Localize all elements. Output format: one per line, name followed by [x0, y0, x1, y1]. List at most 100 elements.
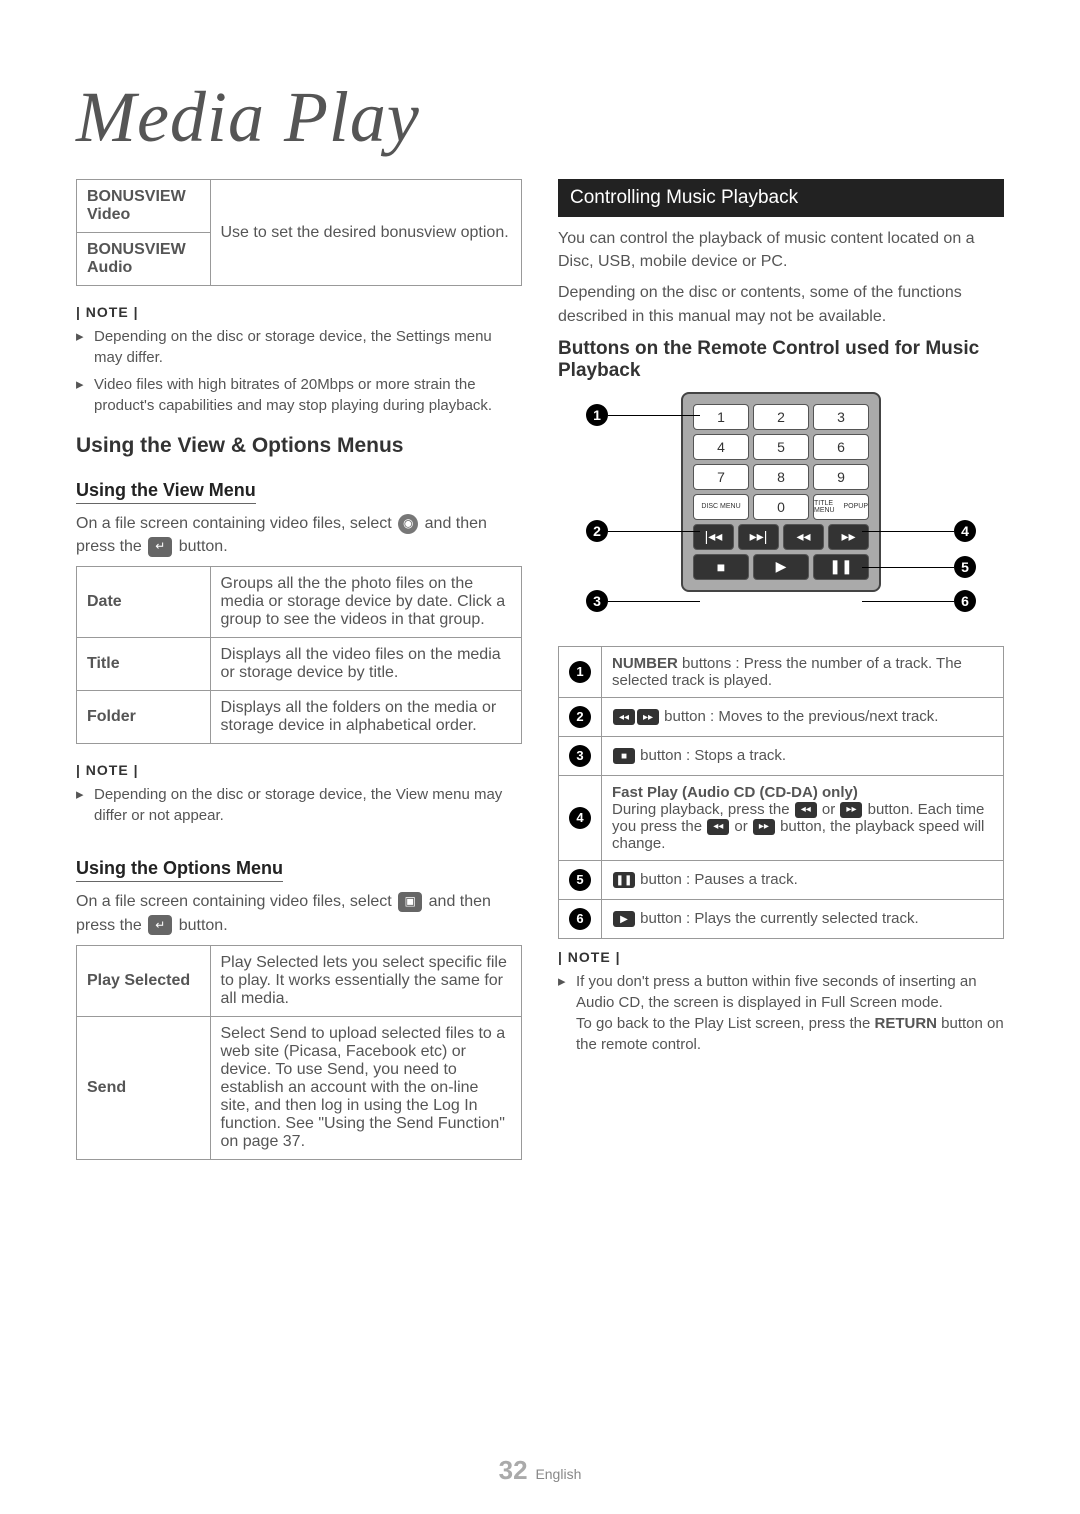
key-6: 6 [813, 434, 869, 460]
leader-line [862, 531, 954, 532]
next-track-icon: ▸▸| [738, 524, 779, 550]
callout-num: 2 [559, 697, 602, 736]
play-icon: ▶ [753, 554, 809, 580]
row-desc: Displays all the folders on the media or… [210, 691, 522, 744]
next-icon: ▸▸ [637, 709, 659, 725]
footer-lang: English [535, 1466, 581, 1482]
forward-icon: ▸▸ [840, 802, 862, 818]
forward-icon: ▸▸ [828, 524, 869, 550]
key-3: 3 [813, 404, 869, 430]
row-desc: Play Selected lets you select specific f… [210, 945, 522, 1016]
remote-diagram: 1 2 3 4 5 6 7 8 9 DISC MENU 0 TITLE MENU… [558, 392, 1004, 632]
right-column: Controlling Music Playback You can contr… [558, 179, 1004, 1178]
section-view-options: Using the View & Options Menus [76, 434, 522, 458]
key-1: 1 [693, 404, 749, 430]
key-7: 7 [693, 464, 749, 490]
page-number: 32 [499, 1455, 528, 1485]
callout-num: 1 [559, 646, 602, 697]
remote-header: Buttons on the Remote Control used for M… [558, 338, 1004, 382]
transport-row2: ■ ▶ ❚❚ [693, 554, 869, 580]
leader-line [608, 531, 700, 532]
leader-line [862, 567, 954, 568]
bonusview-table: BONUSVIEW Video Use to set the desired b… [76, 179, 522, 286]
content-columns: BONUSVIEW Video Use to set the desired b… [76, 179, 1004, 1178]
callout-num: 6 [559, 899, 602, 938]
rewind-icon: ◂◂ [707, 819, 729, 835]
key-9: 9 [813, 464, 869, 490]
remote-body: 1 2 3 4 5 6 7 8 9 DISC MENU 0 TITLE MENU… [681, 392, 881, 592]
note-text: If you don't press a button within five … [576, 973, 977, 1011]
bonusview-desc: Use to set the desired bonusview option. [210, 180, 522, 286]
note-item: If you don't press a button within five … [558, 971, 1004, 1055]
play-icon: ▶ [613, 911, 635, 927]
enter-icon: ↵ [148, 537, 172, 557]
leader-line [862, 601, 954, 602]
pause-icon: ❚❚ [813, 554, 869, 580]
return-label: RETURN [875, 1015, 938, 1032]
intro-text: button. [179, 917, 228, 934]
callout-2: 2 [586, 520, 608, 542]
callout-4: 4 [954, 520, 976, 542]
prev-icon: ◂◂ [613, 709, 635, 725]
intro-text: On a file screen containing video files,… [76, 515, 392, 532]
left-column: BONUSVIEW Video Use to set the desired b… [76, 179, 522, 1178]
desc-text: button : Moves to the previous/next trac… [660, 708, 938, 725]
left-bullets-1: Depending on the disc or storage device,… [76, 326, 522, 416]
row-label: Send [77, 1016, 211, 1159]
note-item: Video files with high bitrates of 20Mbps… [76, 374, 522, 416]
row-label: Play Selected [77, 945, 211, 1016]
music-playback-header: Controlling Music Playback [558, 179, 1004, 217]
note-item: Depending on the disc or storage device,… [76, 326, 522, 368]
row-label: Date [77, 567, 211, 638]
note-label: | NOTE | [76, 762, 522, 778]
desc-text: button : Stops a track. [636, 747, 786, 764]
note-label: | NOTE | [76, 304, 522, 320]
row-desc: Groups all the the photo files on the me… [210, 567, 522, 638]
desc-text: During playback, press the [612, 801, 794, 818]
options-icon: ▣ [398, 892, 422, 912]
callout-1: 1 [586, 404, 608, 426]
page-footer: 32 English [0, 1455, 1080, 1486]
desc-text: or [818, 801, 840, 818]
callout-table: 1 NUMBER buttons : Press the number of a… [558, 646, 1004, 939]
bonusview-audio-label: BONUSVIEW Audio [77, 233, 211, 286]
note-item: Depending on the disc or storage device,… [76, 784, 522, 826]
desc-text: button : Pauses a track. [636, 871, 798, 888]
intro-text: button. [179, 538, 228, 555]
desc-text: button : Plays the currently selected tr… [636, 910, 919, 927]
desc-text: or [730, 818, 752, 835]
view-menu-intro: On a file screen containing video files,… [76, 512, 522, 558]
note-text: To go back to the Play List screen, pres… [576, 1015, 875, 1032]
callout-desc: NUMBER buttons : Press the number of a t… [602, 646, 1004, 697]
options-menu-header: Using the Options Menu [76, 858, 283, 882]
key-4: 4 [693, 434, 749, 460]
callout-desc: Fast Play (Audio CD (CD-DA) only) During… [602, 775, 1004, 860]
music-intro-2: Depending on the disc or contents, some … [558, 281, 1004, 327]
key-2: 2 [753, 404, 809, 430]
callout-3: 3 [586, 590, 608, 612]
callout-6: 6 [954, 590, 976, 612]
intro-text: On a file screen containing video files,… [76, 893, 392, 910]
forward-icon: ▸▸ [753, 819, 775, 835]
row-desc: Select Send to upload selected files to … [210, 1016, 522, 1159]
transport-row1: |◂◂ ▸▸| ◂◂ ▸▸ [693, 524, 869, 550]
options-menu-table: Play Selected Play Selected lets you sel… [76, 945, 522, 1160]
leader-line [608, 415, 700, 416]
number-label: NUMBER [612, 655, 678, 672]
enter-icon: ↵ [148, 915, 172, 935]
key-5: 5 [753, 434, 809, 460]
note-label: | NOTE | [558, 949, 1004, 965]
row-label: Title [77, 638, 211, 691]
row-desc: Displays all the video files on the medi… [210, 638, 522, 691]
leader-line [608, 601, 700, 602]
row-label: Folder [77, 691, 211, 744]
callout-desc: ▶ button : Plays the currently selected … [602, 899, 1004, 938]
music-intro-1: You can control the playback of music co… [558, 227, 1004, 273]
bonusview-video-label: BONUSVIEW Video [77, 180, 211, 233]
key-disc-menu: DISC MENU [693, 494, 749, 520]
page-title: Media Play [76, 76, 1004, 159]
rewind-icon: ◂◂ [795, 802, 817, 818]
view-menu-table: Date Groups all the the photo files on t… [76, 566, 522, 744]
callout-desc: ❚❚ button : Pauses a track. [602, 860, 1004, 899]
key-8: 8 [753, 464, 809, 490]
